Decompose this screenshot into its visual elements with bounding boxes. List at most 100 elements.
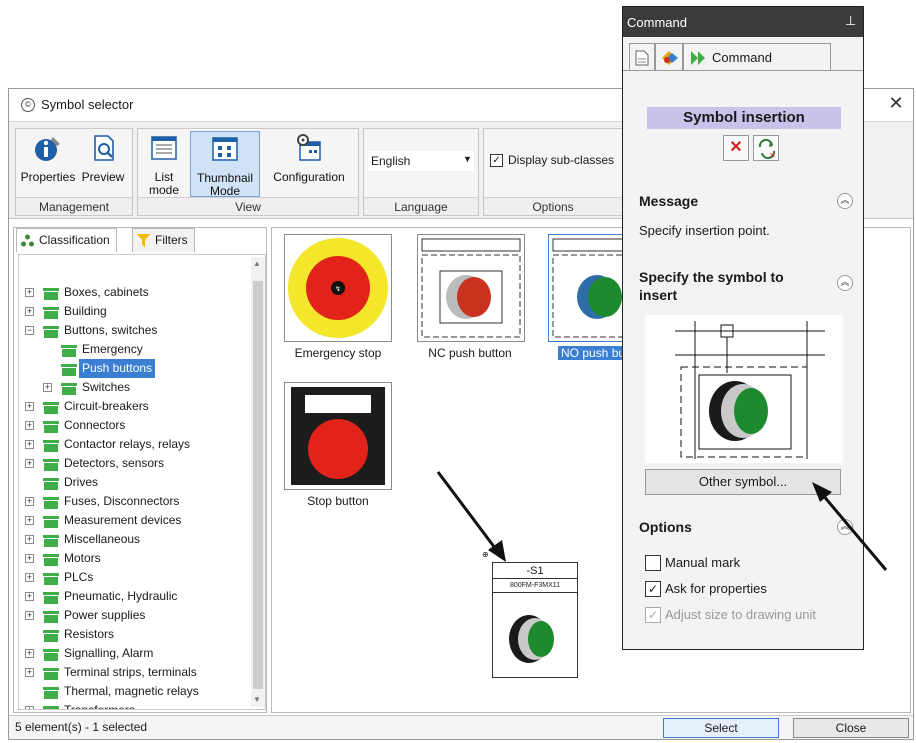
annotation-arrow-icon <box>436 471 506 562</box>
tree-item[interactable]: + Terminal strips, terminals <box>19 663 247 682</box>
tab-library[interactable] <box>655 43 683 71</box>
tree-item[interactable]: Drives <box>19 473 247 492</box>
close-icon[interactable]: ✕ <box>885 93 907 114</box>
expand-icon[interactable]: + <box>25 535 34 544</box>
thumbnail-emergency-stop[interactable]: ↯ <box>284 234 392 342</box>
tree-item[interactable]: + Switches <box>19 378 247 397</box>
tab-classification[interactable]: Classification <box>16 228 117 252</box>
properties-button[interactable]: Properties <box>20 133 76 193</box>
tree-item[interactable]: − Buttons, switches <box>19 321 247 340</box>
tree-item[interactable]: + Contactor relays, relays <box>19 435 247 454</box>
library-icon <box>662 51 678 65</box>
expand-icon[interactable]: + <box>43 383 52 392</box>
tab-document[interactable] <box>629 43 655 71</box>
tree-item[interactable]: Thermal, magnetic relays <box>19 682 247 701</box>
folder-icon <box>61 344 77 357</box>
scroll-down-icon[interactable]: ▼ <box>253 695 261 704</box>
tree-item[interactable]: + Miscellaneous <box>19 530 247 549</box>
language-dropdown[interactable]: English ▼ <box>368 151 474 171</box>
expand-icon[interactable]: + <box>25 611 34 620</box>
folder-icon <box>43 705 59 709</box>
expand-icon[interactable]: + <box>25 402 34 411</box>
expand-icon[interactable]: + <box>25 554 34 563</box>
tree-item-label: Measurement devices <box>64 513 182 527</box>
preview-button[interactable]: Preview <box>78 133 128 193</box>
tab-classification-label: Classification <box>39 233 110 247</box>
select-button[interactable]: Select <box>663 718 779 738</box>
replace-icon[interactable]: ✕ <box>753 135 779 161</box>
options-header: Options <box>639 519 692 535</box>
expand-icon[interactable]: + <box>25 649 34 658</box>
tree-item[interactable]: + Transformers <box>19 701 247 710</box>
manual-mark-checkbox[interactable] <box>645 555 661 571</box>
expand-icon[interactable]: + <box>25 706 34 709</box>
tab-command-label: Command <box>712 50 772 65</box>
tab-filters[interactable]: Filters <box>132 228 195 252</box>
thumbnail-nc-push-button[interactable] <box>417 234 525 342</box>
tree-item[interactable]: + Pneumatic, Hydraulic <box>19 587 247 606</box>
collapse-specify-icon[interactable]: ︽ <box>837 275 853 291</box>
expand-icon[interactable]: + <box>25 516 34 525</box>
tree-item-label: Thermal, magnetic relays <box>64 684 199 698</box>
scroll-up-icon[interactable]: ▲ <box>253 259 261 268</box>
tab-divider <box>623 70 863 71</box>
expand-icon[interactable]: + <box>25 592 34 601</box>
thumbnail-label-emergency: Emergency stop <box>294 346 382 360</box>
tree-item[interactable]: + Signalling, Alarm <box>19 644 247 663</box>
tree-scroll-thumb[interactable] <box>253 281 263 689</box>
cancel-icon[interactable]: ✕ <box>723 135 749 161</box>
expand-icon[interactable]: + <box>25 573 34 582</box>
ask-properties-checkbox[interactable]: ✓ <box>645 581 661 597</box>
symbol-preview <box>645 315 843 463</box>
tree-item[interactable]: Push buttons <box>19 359 247 378</box>
display-subclasses-checkbox[interactable]: ✓ <box>490 154 503 167</box>
tab-command[interactable]: Command <box>683 43 831 71</box>
tree-item[interactable]: + PLCs <box>19 568 247 587</box>
collapse-message-icon[interactable]: ︽ <box>837 193 853 209</box>
tree-scrollbar[interactable]: ▲ ▼ <box>251 257 265 707</box>
manual-mark-label: Manual mark <box>665 555 741 570</box>
folder-icon <box>43 534 59 547</box>
tree-item[interactable]: + Boxes, cabinets <box>19 283 247 302</box>
tree-item[interactable]: + Power supplies <box>19 606 247 625</box>
thumbnail-mode-button[interactable]: Thumbnail Mode <box>190 131 260 198</box>
tree-item-label: Resistors <box>64 627 115 641</box>
expand-icon[interactable]: + <box>25 421 34 430</box>
specify-header-1: Specify the symbol to <box>639 269 784 285</box>
tree-item-label: Transformers <box>64 703 135 710</box>
folder-icon <box>43 591 59 604</box>
command-arrow-icon <box>691 51 705 65</box>
ribbon-group-view: List mode Thumbnail Mode Configuration V… <box>137 128 359 216</box>
placed-symbol[interactable]: -S1 800FM-F3MX11 <box>492 562 578 678</box>
section-title: Symbol insertion <box>647 107 841 129</box>
close-button[interactable]: Close <box>793 718 909 738</box>
tree-item[interactable]: Resistors <box>19 625 247 644</box>
tree-item[interactable]: + Detectors, sensors <box>19 454 247 473</box>
expand-icon[interactable]: + <box>25 440 34 449</box>
svg-text:↯: ↯ <box>335 285 341 293</box>
thumbnail-stop-button[interactable] <box>284 382 392 490</box>
tree-item[interactable]: Emergency <box>19 340 247 359</box>
expand-icon[interactable]: + <box>25 288 34 297</box>
tree-item[interactable]: + Building <box>19 302 247 321</box>
tree-item[interactable]: + Connectors <box>19 416 247 435</box>
tree-item-label: Pneumatic, Hydraulic <box>64 589 178 603</box>
classification-icon <box>21 234 34 247</box>
tree-item[interactable]: + Circuit-breakers <box>19 397 247 416</box>
list-mode-button[interactable]: List mode <box>142 133 186 197</box>
tree-item[interactable]: + Fuses, Disconnectors <box>19 492 247 511</box>
expand-icon[interactable]: + <box>25 459 34 468</box>
placed-push-button-image <box>509 615 554 663</box>
collapse-icon[interactable]: − <box>25 326 34 335</box>
tree-item-label: PLCs <box>64 570 94 584</box>
tree-item-label: Boxes, cabinets <box>64 285 149 299</box>
expand-icon[interactable]: + <box>25 307 34 316</box>
pin-icon[interactable]: ⊥ <box>845 13 856 29</box>
configuration-button[interactable]: Configuration <box>264 133 354 193</box>
expand-icon[interactable]: + <box>25 497 34 506</box>
tree-item[interactable]: + Measurement devices <box>19 511 247 530</box>
tree-item[interactable]: + Motors <box>19 549 247 568</box>
message-text: Specify insertion point. <box>639 223 770 238</box>
placed-symbol-mark: -S1 <box>493 563 577 579</box>
expand-icon[interactable]: + <box>25 668 34 677</box>
